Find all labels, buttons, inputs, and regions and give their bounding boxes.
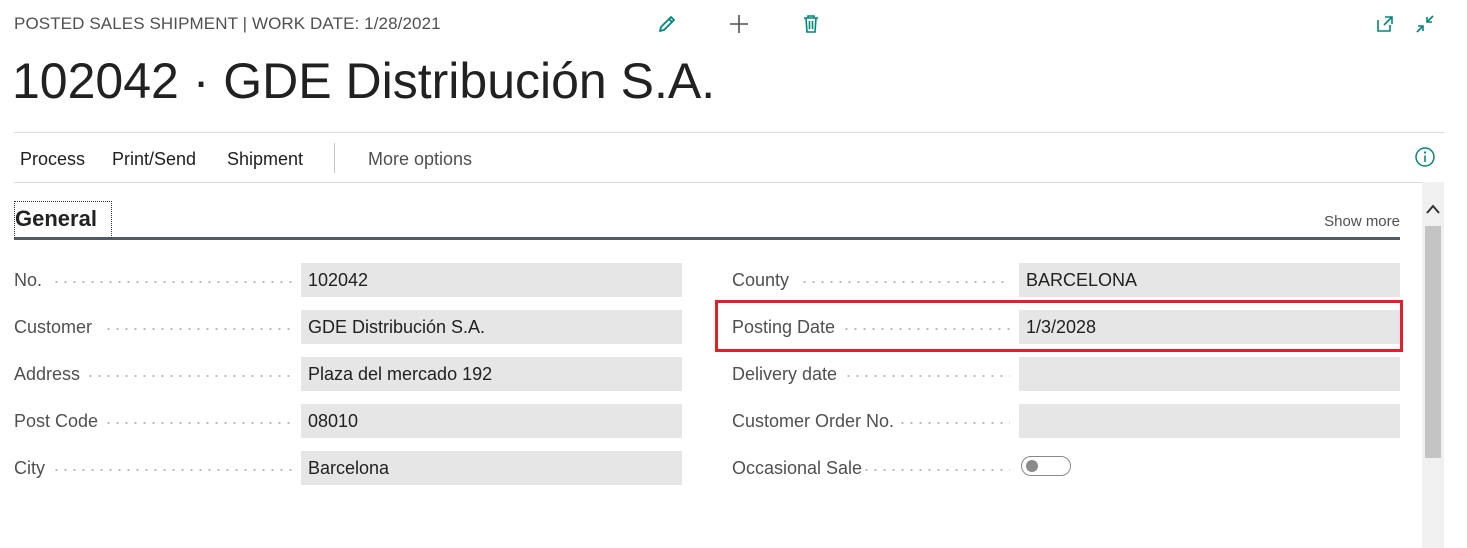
field-label-post-code: Post Code	[14, 410, 99, 431]
action-print-send[interactable]: Print/Send	[112, 149, 196, 170]
add-icon[interactable]	[725, 10, 753, 38]
field-value-customer-order-no[interactable]	[1019, 404, 1400, 438]
info-icon[interactable]	[1414, 146, 1436, 168]
posting-date-highlight	[715, 300, 1403, 352]
section-title[interactable]: General	[14, 201, 112, 238]
field-value-delivery-date[interactable]	[1019, 357, 1400, 391]
field-value-county[interactable]: BARCELONA	[1019, 263, 1400, 297]
field-label-address: Address	[14, 363, 81, 384]
field-value-address[interactable]: Plaza del mercado 192	[301, 357, 682, 391]
action-bar: Process Print/Send Shipment More options	[14, 132, 1444, 183]
label-leader	[898, 422, 1010, 424]
field-label-customer-order-no: Customer Order No.	[732, 410, 895, 431]
field-value-city[interactable]: Barcelona	[301, 451, 682, 485]
label-leader	[862, 469, 1010, 471]
field-value-post-code[interactable]: 08010	[301, 404, 682, 438]
label-leader	[104, 328, 292, 330]
chevron-up-icon[interactable]	[1422, 198, 1444, 220]
page-caption: POSTED SALES SHIPMENT | WORK DATE: 1/28/…	[14, 14, 441, 33]
delete-icon[interactable]	[797, 10, 825, 38]
scrollbar-thumb[interactable]	[1425, 226, 1441, 458]
label-leader	[800, 281, 1010, 283]
label-leader	[52, 469, 292, 471]
label-leader	[844, 375, 1010, 377]
label-leader	[86, 375, 292, 377]
field-label-city: City	[14, 457, 45, 478]
field-value-no[interactable]: 102042	[301, 263, 682, 297]
show-more-link[interactable]: Show more	[1324, 213, 1400, 230]
edit-icon[interactable]	[653, 10, 681, 38]
collapse-icon[interactable]	[1411, 10, 1439, 38]
label-leader	[104, 422, 292, 424]
toggle-knob	[1026, 460, 1038, 472]
field-label-customer: Customer	[14, 316, 93, 337]
field-label-delivery-date: Delivery date	[732, 363, 838, 384]
field-value-customer[interactable]: GDE Distribución S.A.	[301, 310, 682, 344]
open-new-window-icon[interactable]	[1371, 10, 1399, 38]
field-label-county: County	[732, 269, 790, 290]
action-separator	[334, 143, 335, 173]
label-leader	[52, 281, 292, 283]
page-title: 102042 · GDE Distribución S.A.	[12, 53, 716, 109]
vertical-scrollbar[interactable]	[1422, 182, 1444, 548]
field-label-no: No.	[14, 269, 43, 290]
more-options-button[interactable]: More options	[368, 149, 472, 170]
occasional-sale-toggle[interactable]	[1021, 456, 1071, 476]
section-general-header: General Show more	[14, 201, 1400, 240]
action-process[interactable]: Process	[20, 149, 85, 170]
action-shipment[interactable]: Shipment	[227, 149, 303, 170]
field-label-occasional-sale: Occasional Sale	[732, 457, 863, 478]
